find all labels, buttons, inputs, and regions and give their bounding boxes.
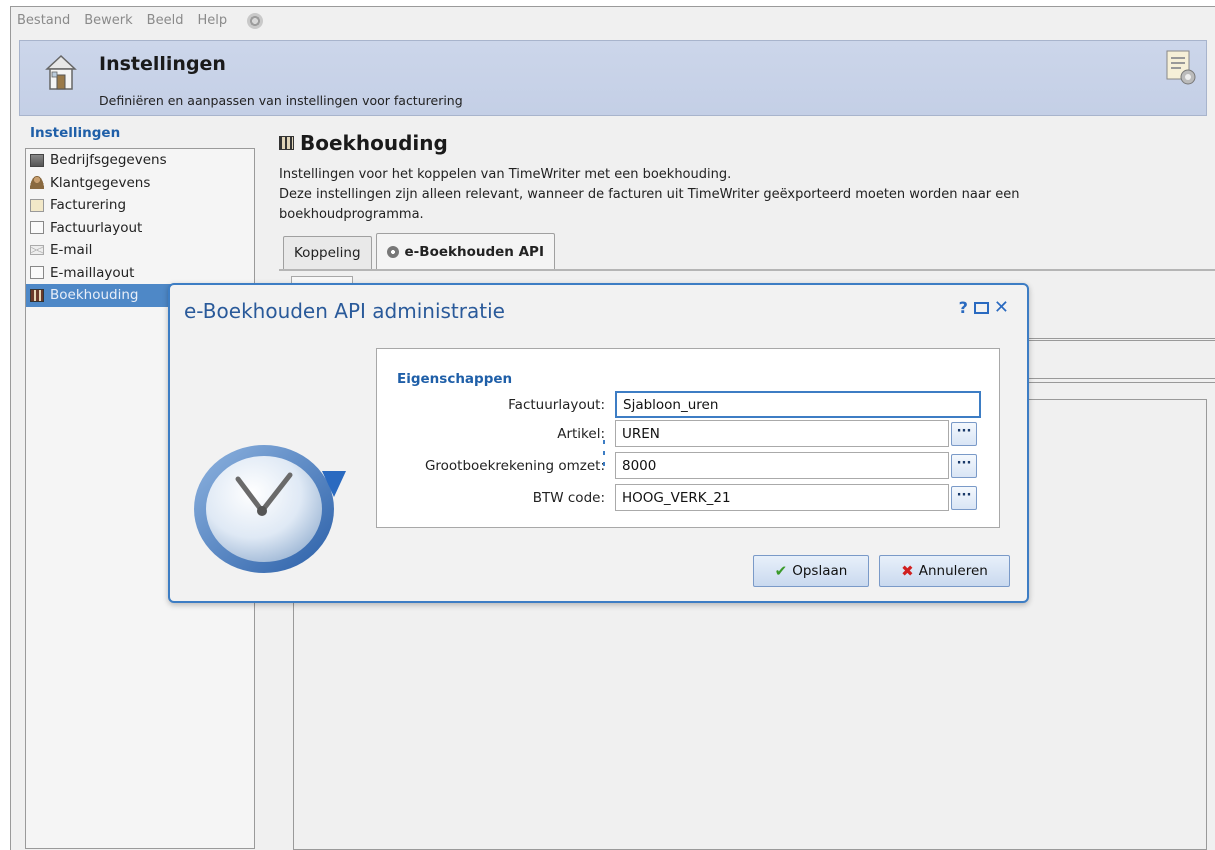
sidebar-item-email[interactable]: E-mail [26, 239, 254, 262]
grootboekrekening-browse-button[interactable]: ··· [951, 454, 977, 478]
sidebar-item-label: Boekhouding [50, 287, 139, 304]
maximize-icon[interactable] [973, 301, 989, 314]
tab-label: Koppeling [294, 245, 361, 261]
red-x-icon: ✖ [901, 562, 914, 580]
sidebar-item-label: E-maillayout [50, 264, 135, 281]
save-button[interactable]: ✔ Opslaan [753, 555, 869, 587]
help-icon[interactable]: ? [959, 298, 968, 317]
ledger-icon [279, 136, 294, 150]
sidebar-item-bedrijfsgegevens[interactable]: Bedrijfsgegevens [26, 149, 254, 172]
properties-group: Eigenschappen Factuurlayout: Artikel: ··… [376, 348, 1000, 528]
header-banner: Instellingen Definiëren en aanpassen van… [19, 40, 1207, 116]
menu-bar: Bestand Bewerk Beeld Help [11, 7, 1215, 34]
row-artikel: Artikel: ··· [377, 420, 1001, 448]
field-label: Artikel: [557, 426, 605, 442]
grootboekrekening-input[interactable] [615, 452, 949, 479]
row-btw-code: BTW code: ··· [377, 484, 1001, 512]
sidebar-item-klantgegevens[interactable]: Klantgegevens [26, 172, 254, 195]
page-layout-icon [30, 221, 44, 235]
ledger-icon [30, 288, 44, 302]
menu-bewerk[interactable]: Bewerk [84, 13, 132, 28]
menu-help[interactable]: Help [197, 13, 227, 28]
cancel-button-label: Annuleren [918, 563, 988, 579]
sidebar-item-label: E-mail [50, 242, 93, 259]
page-subtitle: Definiëren en aanpassen van instellingen… [99, 93, 463, 108]
dialog-title: e-Boekhouden API administratie [184, 299, 505, 323]
separator [1021, 338, 1215, 341]
artikel-browse-button[interactable]: ··· [951, 422, 977, 446]
description-line: Instellingen voor het koppelen van TimeW… [279, 167, 732, 182]
sidebar-item-facturering[interactable]: Facturering [26, 194, 254, 217]
api-administration-dialog: e-Boekhouden API administratie ? ✕ Eigen… [168, 283, 1029, 603]
description-line: Deze instellingen zijn alleen relevant, … [279, 187, 1020, 222]
close-icon[interactable]: ✕ [994, 297, 1009, 318]
sidebar-item-label: Facturering [50, 197, 127, 214]
tab-bar: Koppeling e-Boekhouden API [283, 233, 559, 269]
field-label: BTW code: [532, 490, 605, 506]
section-title-text: Boekhouding [300, 131, 448, 155]
tab-divider [279, 269, 1215, 271]
person-icon [30, 176, 44, 190]
clock-icon [194, 445, 346, 573]
menu-beeld[interactable]: Beeld [147, 13, 184, 28]
sidebar-item-label: Bedrijfsgegevens [50, 152, 167, 169]
menu-bestand[interactable]: Bestand [17, 13, 70, 28]
section-title: Boekhouding [279, 131, 448, 155]
settings-document-icon [1166, 50, 1196, 85]
envelope-icon [30, 245, 44, 256]
dialog-controls: ? ✕ [959, 297, 1009, 318]
field-label: Factuurlayout: [508, 397, 605, 413]
sidebar-item-label: Klantgegevens [50, 174, 151, 191]
building-icon [30, 153, 44, 167]
house-icon [45, 54, 77, 90]
artikel-input[interactable] [615, 420, 949, 447]
page-layout-icon [30, 266, 44, 280]
tab-koppeling[interactable]: Koppeling [283, 236, 372, 269]
separator [1021, 378, 1215, 383]
gear-icon[interactable] [247, 12, 264, 29]
btw-code-browse-button[interactable]: ··· [951, 486, 977, 510]
btw-code-input[interactable] [615, 484, 949, 511]
row-factuurlayout: Factuurlayout: [377, 391, 1001, 419]
checkmark-icon: ✔ [774, 562, 788, 580]
group-title: Eigenschappen [397, 371, 513, 387]
sidebar-item-factuurlayout[interactable]: Factuurlayout [26, 217, 254, 240]
disc-icon [386, 245, 399, 258]
save-button-label: Opslaan [792, 563, 848, 579]
sidebar-title: Instellingen [30, 125, 121, 141]
section-description: Instellingen voor het koppelen van TimeW… [279, 165, 1159, 225]
sidebar-item-emaillayout[interactable]: E-maillayout [26, 262, 254, 285]
factuurlayout-input[interactable] [615, 391, 981, 418]
sidebar-item-label: Factuurlayout [50, 219, 143, 236]
invoice-gear-icon [30, 198, 44, 212]
tab-e-boekhouden-api[interactable]: e-Boekhouden API [375, 233, 555, 269]
tab-label: e-Boekhouden API [404, 243, 544, 260]
splitter-handle[interactable] [603, 440, 607, 466]
field-label: Grootboekrekening omzet: [424, 458, 605, 474]
page-title: Instellingen [99, 53, 226, 75]
row-grootboekrekening: Grootboekrekening omzet: ··· [377, 452, 1001, 480]
cancel-button[interactable]: ✖ Annuleren [879, 555, 1010, 587]
